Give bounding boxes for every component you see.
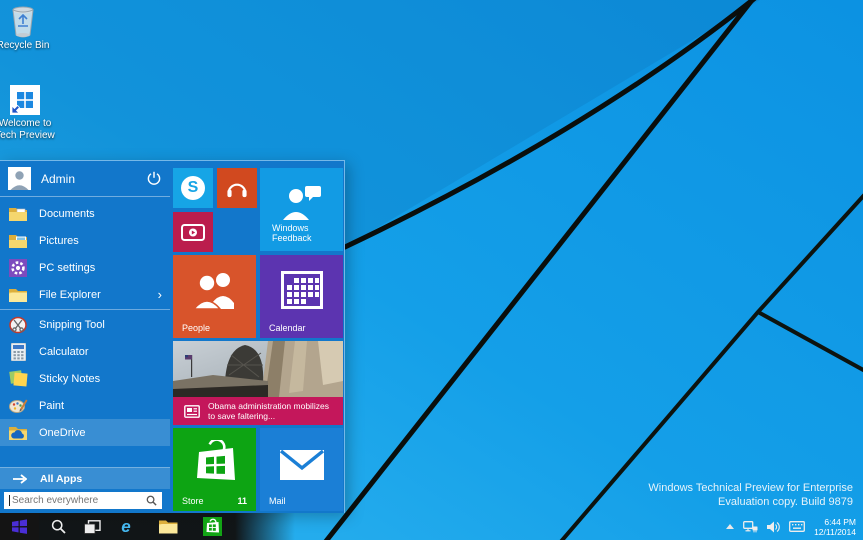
- build-watermark: Windows Technical Preview for Enterprise…: [648, 481, 853, 509]
- paint-icon: [8, 396, 28, 416]
- tile-music[interactable]: [217, 168, 257, 208]
- news-photo: [173, 341, 343, 397]
- video-icon: [173, 212, 213, 252]
- documents-folder-icon: [8, 204, 28, 224]
- windows-logo-icon: [11, 519, 28, 534]
- start-menu-header: Admin: [0, 161, 170, 197]
- desktop: Recycle Bin Welcome to Tech Preview Wind…: [0, 0, 863, 540]
- menu-item-onedrive[interactable]: OneDrive: [0, 419, 170, 446]
- tile-label: Calendar: [269, 323, 306, 333]
- menu-item-label: Pictures: [39, 235, 79, 247]
- power-button[interactable]: [146, 171, 162, 187]
- tile-calendar[interactable]: Calendar: [260, 255, 343, 338]
- menu-item-sticky-notes[interactable]: Sticky Notes: [0, 365, 170, 392]
- store-taskbar-button[interactable]: [196, 513, 228, 540]
- file-explorer-icon: [8, 285, 28, 305]
- skype-icon: S: [173, 168, 213, 208]
- chevron-right-icon: ›: [158, 288, 162, 301]
- user-name[interactable]: Admin: [41, 172, 146, 186]
- all-apps-button[interactable]: All Apps: [0, 467, 170, 489]
- pc-settings-icon: [8, 258, 28, 278]
- start-tiles: S: [173, 161, 344, 513]
- store-icon: [203, 517, 222, 536]
- snipping-tool-icon: [8, 315, 28, 335]
- search-icon[interactable]: [146, 495, 157, 506]
- pictures-folder-icon: [8, 231, 28, 251]
- menu-item-pc-settings[interactable]: PC settings: [0, 254, 170, 281]
- start-menu-items: Documents Pictures: [0, 200, 170, 446]
- desktop-icon-recycle-bin[interactable]: Recycle Bin: [0, 6, 55, 52]
- menu-item-label: Documents: [39, 208, 95, 220]
- tile-skype[interactable]: S: [173, 168, 213, 208]
- menu-item-documents[interactable]: Documents: [0, 200, 170, 227]
- tile-label: People: [182, 323, 210, 333]
- headphones-icon: [217, 168, 257, 208]
- menu-item-label: Paint: [39, 400, 64, 412]
- show-hidden-icons-button[interactable]: [726, 524, 734, 529]
- onedrive-folder-icon: [8, 423, 28, 443]
- start-button[interactable]: [0, 513, 39, 540]
- tile-label: Mail: [269, 496, 286, 506]
- file-explorer-button[interactable]: [152, 513, 184, 540]
- all-apps-arrow-icon: [10, 474, 30, 484]
- volume-icon[interactable]: [767, 521, 780, 533]
- desktop-icon-welcome-tech-preview[interactable]: Welcome to Tech Preview: [0, 84, 57, 142]
- tray-date: 12/11/2014: [814, 527, 856, 537]
- store-badge: 11: [237, 496, 247, 506]
- folder-icon: [159, 519, 178, 534]
- all-apps-label: All Apps: [40, 473, 82, 485]
- menu-item-file-explorer[interactable]: File Explorer ›: [0, 281, 170, 308]
- sticky-notes-icon: [8, 369, 28, 389]
- menu-item-label: Sticky Notes: [39, 373, 100, 385]
- desktop-icon-label: Welcome to Tech Preview: [0, 118, 57, 142]
- tile-store[interactable]: Store 11: [173, 428, 256, 511]
- taskbar-search-button[interactable]: [42, 513, 74, 540]
- text-caret: [9, 495, 10, 506]
- calculator-icon: [8, 342, 28, 362]
- menu-item-label: OneDrive: [39, 427, 85, 439]
- tile-label: Store: [182, 496, 204, 506]
- tile-windows-feedback[interactable]: Windows Feedback: [260, 168, 343, 251]
- system-tray: 6:44 PM 12/11/2014: [726, 513, 863, 540]
- start-menu-left-column: Admin Documents: [0, 161, 170, 513]
- taskbar-clock[interactable]: 6:44 PM 12/11/2014: [814, 517, 856, 537]
- news-icon: [184, 405, 200, 418]
- network-icon[interactable]: [743, 521, 758, 533]
- watermark-line1: Windows Technical Preview for Enterprise: [648, 481, 853, 495]
- tile-news[interactable]: Obama administration mobilizes to save f…: [173, 341, 343, 425]
- welcome-tech-preview-icon: [9, 84, 41, 116]
- menu-item-snipping-tool[interactable]: Snipping Tool: [0, 311, 170, 338]
- news-headline: Obama administration mobilizes to save f…: [208, 401, 333, 422]
- menu-item-label: PC settings: [39, 262, 95, 274]
- tile-people[interactable]: People: [173, 255, 256, 338]
- search-icon: [51, 519, 66, 534]
- internet-explorer-button[interactable]: e: [110, 513, 142, 540]
- tray-time: 6:44 PM: [814, 517, 856, 527]
- menu-item-label: Snipping Tool: [39, 319, 105, 331]
- search-input[interactable]: [12, 495, 146, 506]
- search-box[interactable]: [4, 492, 162, 509]
- taskbar: e: [0, 513, 863, 540]
- task-view-button[interactable]: [76, 513, 108, 540]
- tile-label: Windows Feedback: [272, 223, 334, 243]
- watermark-line2: Evaluation copy. Build 9879: [648, 495, 853, 509]
- touch-keyboard-icon[interactable]: [789, 521, 805, 532]
- task-view-icon: [84, 520, 101, 534]
- desktop-icon-label: Recycle Bin: [0, 40, 55, 52]
- start-menu: Admin Documents: [0, 160, 345, 513]
- internet-explorer-icon: e: [121, 518, 130, 535]
- menu-item-pictures[interactable]: Pictures: [0, 227, 170, 254]
- news-banner: Obama administration mobilizes to save f…: [173, 397, 343, 425]
- tile-video[interactable]: [173, 212, 213, 252]
- recycle-bin-icon: [7, 6, 39, 38]
- menu-item-calculator[interactable]: Calculator: [0, 338, 170, 365]
- menu-item-label: File Explorer: [39, 289, 101, 301]
- user-avatar[interactable]: [8, 167, 31, 190]
- menu-item-label: Calculator: [39, 346, 89, 358]
- tile-mail[interactable]: Mail: [260, 428, 343, 511]
- menu-item-paint[interactable]: Paint: [0, 392, 170, 419]
- menu-separator: [0, 309, 170, 310]
